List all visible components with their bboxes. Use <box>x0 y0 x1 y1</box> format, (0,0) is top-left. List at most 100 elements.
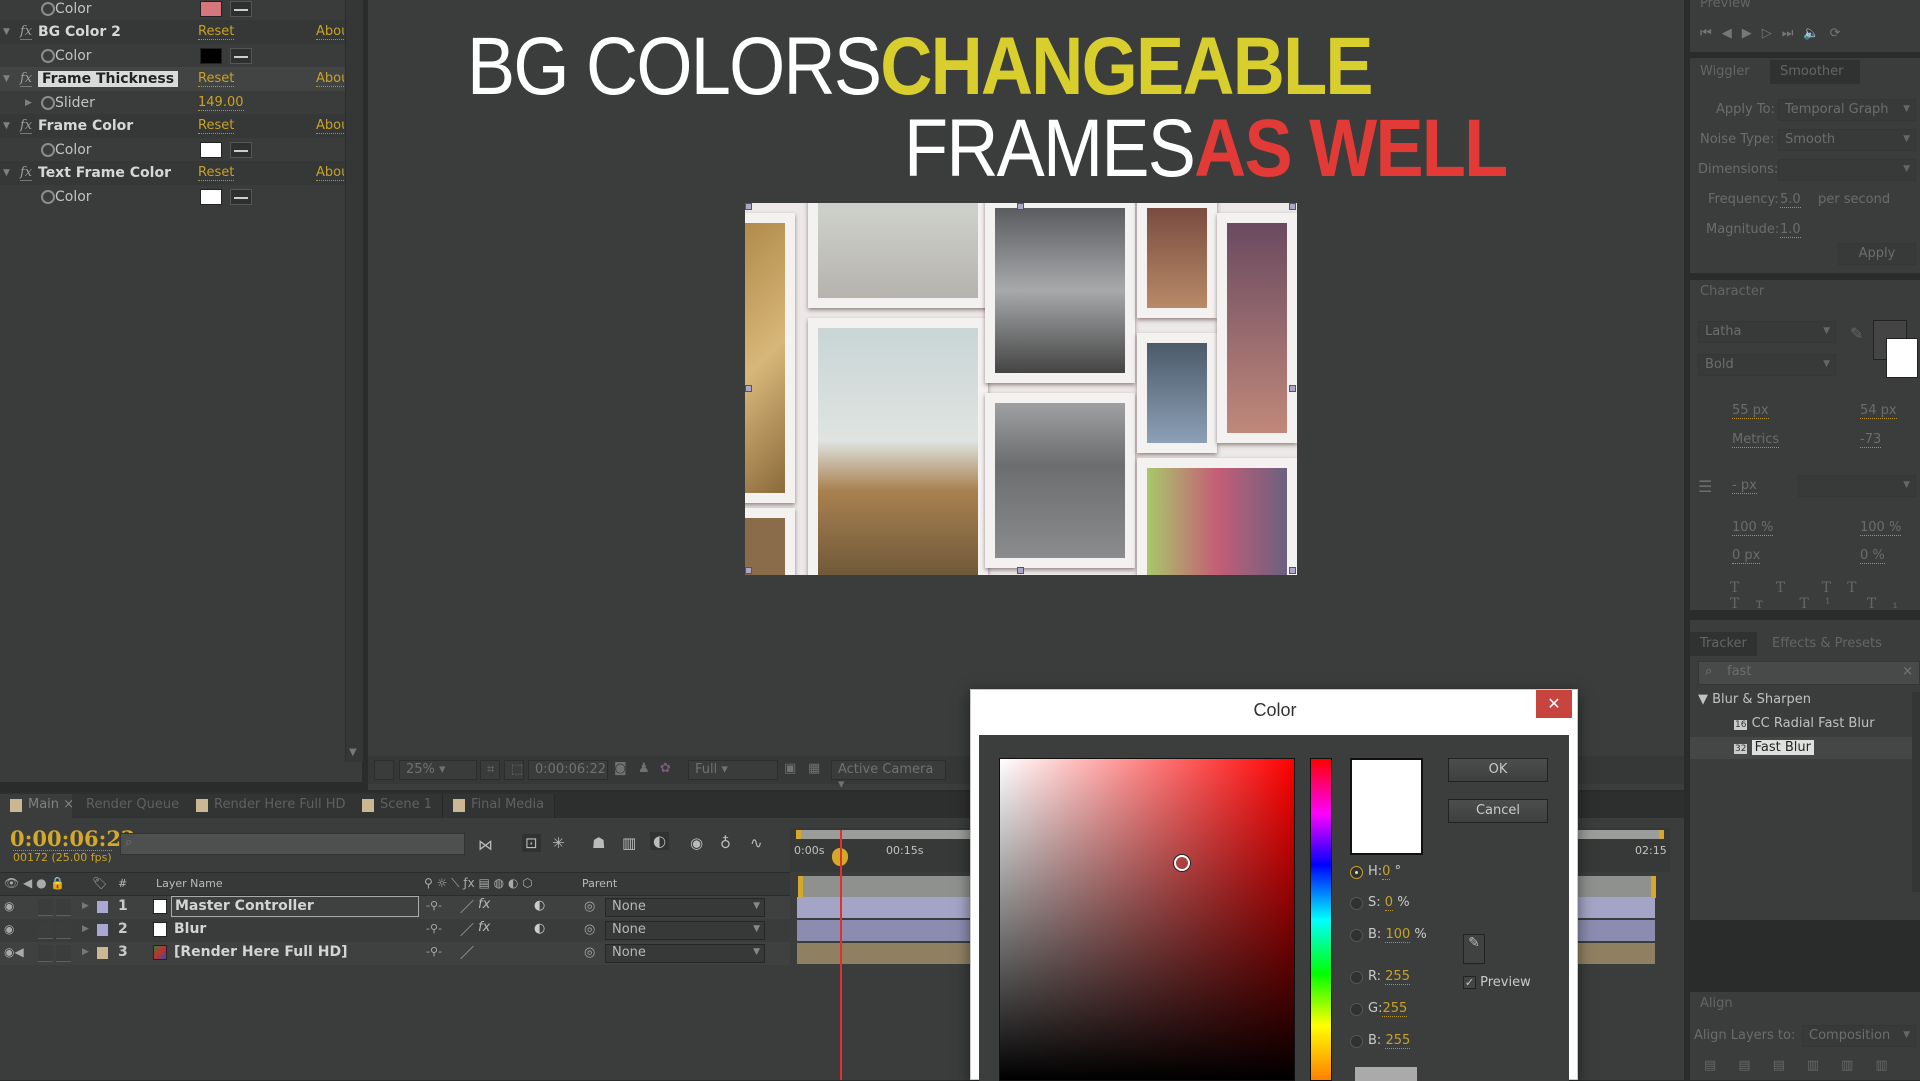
reset-link[interactable]: Reset <box>198 165 235 181</box>
stopwatch-icon[interactable] <box>41 2 55 16</box>
transform-handle[interactable] <box>745 567 752 574</box>
tab-scene-1[interactable]: Scene 1 <box>352 794 444 818</box>
cancel-button[interactable]: Cancel <box>1448 799 1548 823</box>
color-swatch[interactable] <box>200 48 222 64</box>
shy-layers-icon[interactable]: ☗ <box>592 834 605 852</box>
stroke-width-value[interactable]: - px <box>1732 478 1757 494</box>
frame-blending-icon[interactable]: ▥ <box>622 834 636 852</box>
clear-search-icon[interactable]: × <box>1902 664 1913 679</box>
twirl-down-icon[interactable]: ▼ <box>3 74 10 84</box>
eyedropper-button[interactable] <box>230 1 252 17</box>
quality-switch[interactable]: ／ <box>460 897 474 917</box>
always-preview-icon[interactable] <box>374 760 394 780</box>
align-buttons[interactable]: ▤▤▤▥▥▥ <box>1704 1058 1910 1073</box>
color-swatch[interactable] <box>200 1 222 17</box>
effect-name[interactable]: BG Color 2 <box>38 24 121 40</box>
reset-link[interactable]: Reset <box>198 118 235 134</box>
effect-item[interactable]: 32 Fast Blur <box>1734 740 1814 755</box>
parent-pickwhip-icon[interactable]: ◎ <box>584 922 595 937</box>
channel-icon[interactable]: ✿ <box>660 761 671 776</box>
tab-effects-presets[interactable]: Effects & Presets <box>1762 632 1892 656</box>
parent-dropdown[interactable]: None <box>605 921 765 940</box>
reset-link[interactable]: Reset <box>198 71 235 87</box>
eyedropper-button[interactable] <box>230 48 252 64</box>
parent-pickwhip-icon[interactable]: ◎ <box>584 899 595 914</box>
color-cursor[interactable] <box>1174 855 1190 871</box>
parent-dropdown[interactable]: None <box>605 944 765 963</box>
parent-pickwhip-icon[interactable]: ◎ <box>584 945 595 960</box>
current-timecode[interactable]: 0:00:06:22 <box>10 826 136 851</box>
stroke-color-swatch[interactable] <box>1886 338 1918 378</box>
column-number[interactable]: # <box>118 877 127 890</box>
blue-value[interactable]: 255 <box>1385 1033 1411 1049</box>
tab-smoother[interactable]: Smoother <box>1770 60 1860 84</box>
transparency-grid-icon[interactable]: ▦ <box>808 761 820 776</box>
layer-name[interactable]: [Render Here Full HD] <box>174 944 347 960</box>
column-parent[interactable]: Parent <box>582 877 617 890</box>
red-value[interactable]: 255 <box>1385 969 1410 985</box>
transform-handle[interactable] <box>1289 203 1296 210</box>
eyedropper-icon[interactable]: ✎ <box>1850 324 1863 343</box>
auto-keyframe-icon[interactable]: ♁ <box>720 834 731 852</box>
close-button[interactable]: ✕ <box>1536 690 1572 718</box>
stopwatch-icon[interactable] <box>41 49 55 63</box>
solo-switch[interactable] <box>38 945 53 962</box>
frequency-value[interactable]: 5.0 <box>1780 192 1801 208</box>
graph-editor-icon[interactable]: ∿ <box>750 834 763 852</box>
adjustment-layer-switch[interactable]: ◐ <box>534 898 545 913</box>
green-radio[interactable] <box>1350 1003 1363 1016</box>
text-style-buttons[interactable]: T T TT Tт T¹ T₁ <box>1730 580 1920 612</box>
eyedropper-button[interactable] <box>230 189 252 205</box>
parent-dropdown[interactable]: None <box>605 898 765 917</box>
photo-wall-layer[interactable] <box>745 203 1297 575</box>
scrollbar[interactable]: ▼ <box>345 0 363 762</box>
about-link[interactable]: About <box>316 24 344 40</box>
twirl-down-icon[interactable]: ▼ <box>3 27 10 37</box>
twirl-down-icon[interactable]: ▼ <box>3 121 10 131</box>
camera-dropdown[interactable]: Active Camera ▾ <box>831 760 946 792</box>
visibility-eye-icon[interactable]: ◉◀ <box>4 945 24 959</box>
current-time-display[interactable]: 0:00:06:22 <box>528 760 608 780</box>
twirl-right-icon[interactable]: ▶ <box>82 901 89 911</box>
twirl-right-icon[interactable]: ▶ <box>82 947 89 957</box>
snapshot-icon[interactable]: ◙ <box>614 761 627 776</box>
slider-value[interactable]: 149.00 <box>198 95 244 111</box>
font-style-dropdown[interactable]: Bold <box>1698 354 1836 376</box>
column-layer-name[interactable]: Layer Name <box>156 877 223 890</box>
color-swatch[interactable] <box>200 142 222 158</box>
brainstorm-icon[interactable]: ◉ <box>690 834 703 852</box>
align-to-dropdown[interactable]: Composition <box>1802 1025 1916 1047</box>
about-link[interactable]: About <box>316 71 344 87</box>
font-family-dropdown[interactable]: Latha <box>1698 321 1836 343</box>
quality-switch[interactable]: ／ <box>460 920 474 940</box>
layer-row[interactable]: ◉ ▶ 1 Master Controller -⚲- ／ fx ◐ ◎ Non… <box>0 896 790 919</box>
magnitude-value[interactable]: 1.0 <box>1780 222 1801 238</box>
effects-switch[interactable]: fx <box>478 920 490 935</box>
baseline-shift-value[interactable]: 0 px <box>1732 548 1761 564</box>
resolution-dropdown[interactable]: Full ▾ <box>688 760 778 780</box>
layer-name-input[interactable]: Master Controller <box>171 896 419 917</box>
fx-toggle-icon[interactable]: fx <box>20 165 33 181</box>
lock-switch[interactable] <box>56 945 71 962</box>
reset-link[interactable]: Reset <box>198 24 235 40</box>
effect-name[interactable]: Text Frame Color <box>38 165 171 181</box>
eyedropper-icon[interactable]: ✎ <box>1463 934 1485 964</box>
motion-blur-icon[interactable]: ◐ <box>650 832 670 850</box>
tab-render-here-full-hd[interactable]: Render Here Full HD <box>186 794 357 818</box>
tab-align[interactable]: Align <box>1690 992 1743 1016</box>
tsume-value[interactable]: 0 % <box>1860 548 1885 564</box>
stopwatch-icon[interactable] <box>41 96 55 110</box>
saturation-brightness-field[interactable] <box>999 758 1295 1081</box>
checkbox-checked-icon[interactable]: ✓ <box>1463 976 1476 989</box>
effect-name[interactable]: Frame Color <box>38 118 133 134</box>
twirl-right-icon[interactable]: ▶ <box>25 98 32 108</box>
shy-switch[interactable]: -⚲- <box>426 945 442 958</box>
live-update-icon[interactable]: ⊡ <box>522 834 541 852</box>
stroke-style-dropdown[interactable] <box>1798 475 1916 497</box>
vertical-scale-value[interactable]: 100 % <box>1732 520 1774 536</box>
hue-value[interactable]: 0 <box>1382 864 1391 880</box>
leading-value[interactable]: 54 px <box>1860 403 1897 419</box>
kerning-value[interactable]: Metrics <box>1732 432 1780 448</box>
category-blur-sharpen[interactable]: ▼ Blur & Sharpen <box>1698 692 1811 707</box>
transform-handle[interactable] <box>1289 385 1296 392</box>
